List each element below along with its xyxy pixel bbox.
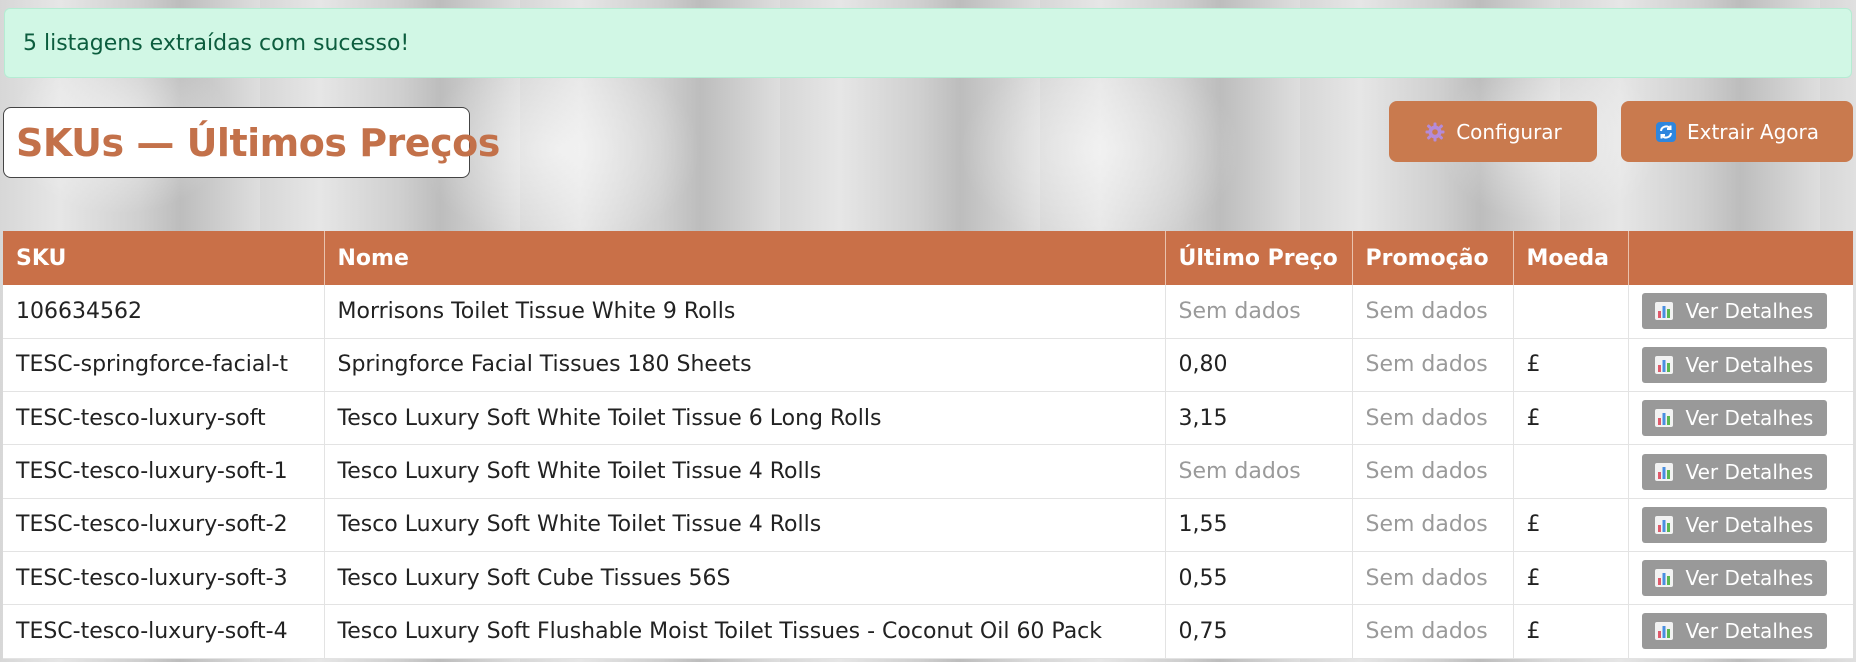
name-cell: Tesco Luxury Soft Cube Tissues 56S	[324, 551, 1166, 606]
table-row: 106634562 Morrisons Toilet Tissue White …	[3, 285, 1853, 339]
view-details-button[interactable]: Ver Detalhes	[1641, 346, 1828, 383]
currency-cell: £	[1513, 498, 1629, 552]
currency-cell: £	[1513, 551, 1629, 606]
name-cell: Tesco Luxury Soft Flushable Moist Toilet…	[324, 604, 1166, 659]
name-cell: Tesco Luxury Soft White Toilet Tissue 4 …	[324, 444, 1166, 499]
promotion-cell: Sem dados	[1352, 285, 1514, 339]
name-cell: Springforce Facial Tissues 180 Sheets	[324, 338, 1166, 393]
table-row: TESC-tesco-luxury-soft-1 Tesco Luxury So…	[3, 444, 1853, 499]
name-cell: Tesco Luxury Soft White Toilet Tissue 4 …	[324, 498, 1166, 552]
sku-cell: TESC-tesco-luxury-soft-4	[3, 604, 325, 659]
extract-now-label: Extrair Agora	[1686, 119, 1820, 144]
configure-label: Configurar	[1456, 119, 1562, 144]
last-price-cell: Sem dados	[1165, 444, 1353, 499]
bar-chart-icon	[1654, 408, 1674, 428]
promotion-cell: Sem dados	[1352, 444, 1514, 499]
view-details-label: Ver Detalhes	[1685, 512, 1814, 537]
view-details-label: Ver Detalhes	[1685, 406, 1814, 431]
actions-cell: Ver Detalhes	[1628, 338, 1853, 393]
last-price-cell: 3,15	[1165, 391, 1353, 446]
promotion-cell: Sem dados	[1352, 391, 1514, 446]
promotion-cell: Sem dados	[1352, 551, 1514, 606]
sku-cell: TESC-tesco-luxury-soft-2	[3, 498, 325, 552]
actions-cell: Ver Detalhes	[1628, 444, 1853, 499]
promotion-cell: Sem dados	[1352, 498, 1514, 552]
currency-cell: £	[1513, 604, 1629, 659]
table-row: TESC-tesco-luxury-soft-3 Tesco Luxury So…	[3, 551, 1853, 606]
column-header-name[interactable]: Nome	[324, 231, 1166, 285]
actions-cell: Ver Detalhes	[1628, 498, 1853, 552]
last-price-cell: Sem dados	[1165, 285, 1353, 339]
page-title: SKUs — Últimos Preços	[16, 120, 500, 165]
name-cell: Tesco Luxury Soft White Toilet Tissue 6 …	[324, 391, 1166, 446]
name-cell: Morrisons Toilet Tissue White 9 Rolls	[324, 285, 1166, 339]
column-header-actions	[1628, 231, 1853, 285]
view-details-button[interactable]: Ver Detalhes	[1641, 506, 1828, 543]
currency-cell	[1513, 444, 1629, 499]
last-price-cell: 0,80	[1165, 338, 1353, 393]
actions-cell: Ver Detalhes	[1628, 391, 1853, 446]
column-header-currency[interactable]: Moeda	[1513, 231, 1629, 285]
table-row: TESC-springforce-facial-t Springforce Fa…	[3, 338, 1853, 393]
column-header-last-price[interactable]: Último Preço	[1165, 231, 1353, 285]
table-row: TESC-tesco-luxury-soft-2 Tesco Luxury So…	[3, 498, 1853, 552]
view-details-label: Ver Detalhes	[1685, 566, 1814, 591]
column-header-sku[interactable]: SKU	[3, 231, 325, 285]
currency-cell: £	[1513, 338, 1629, 393]
configure-button[interactable]: Configurar	[1389, 101, 1597, 162]
sku-table: SKU Nome Último Preço Promoção Moeda 106…	[3, 231, 1853, 659]
currency-cell: £	[1513, 391, 1629, 446]
refresh-icon	[1655, 121, 1677, 143]
view-details-label: Ver Detalhes	[1685, 299, 1814, 324]
sku-cell: TESC-tesco-luxury-soft-1	[3, 444, 325, 499]
bar-chart-icon	[1654, 568, 1674, 588]
bar-chart-icon	[1654, 355, 1674, 375]
sku-cell: TESC-springforce-facial-t	[3, 338, 325, 393]
bar-chart-icon	[1654, 462, 1674, 482]
table-row: TESC-tesco-luxury-soft Tesco Luxury Soft…	[3, 391, 1853, 446]
sku-cell: 106634562	[3, 285, 325, 339]
last-price-cell: 0,75	[1165, 604, 1353, 659]
view-details-label: Ver Detalhes	[1685, 459, 1814, 484]
last-price-cell: 1,55	[1165, 498, 1353, 552]
last-price-cell: 0,55	[1165, 551, 1353, 606]
view-details-button[interactable]: Ver Detalhes	[1641, 453, 1828, 490]
view-details-label: Ver Detalhes	[1685, 619, 1814, 644]
view-details-button[interactable]: Ver Detalhes	[1641, 400, 1828, 437]
promotion-cell: Sem dados	[1352, 604, 1514, 659]
page-title-box: SKUs — Últimos Preços	[3, 107, 500, 178]
actions-cell: Ver Detalhes	[1628, 285, 1853, 339]
gear-icon	[1424, 121, 1446, 143]
view-details-label: Ver Detalhes	[1685, 352, 1814, 377]
alert-message: 5 listagens extraídas com sucesso!	[23, 30, 410, 56]
currency-cell	[1513, 285, 1629, 339]
sku-cell: TESC-tesco-luxury-soft	[3, 391, 325, 446]
bar-chart-icon	[1654, 515, 1674, 535]
extract-now-button[interactable]: Extrair Agora	[1621, 101, 1853, 162]
view-details-button[interactable]: Ver Detalhes	[1641, 293, 1828, 330]
sku-cell: TESC-tesco-luxury-soft-3	[3, 551, 325, 606]
success-alert: 5 listagens extraídas com sucesso!	[4, 8, 1852, 78]
promotion-cell: Sem dados	[1352, 338, 1514, 393]
view-details-button[interactable]: Ver Detalhes	[1641, 613, 1828, 650]
column-header-promotion[interactable]: Promoção	[1352, 231, 1514, 285]
view-details-button[interactable]: Ver Detalhes	[1641, 560, 1828, 597]
bar-chart-icon	[1654, 301, 1674, 321]
actions-cell: Ver Detalhes	[1628, 551, 1853, 606]
actions-cell: Ver Detalhes	[1628, 604, 1853, 659]
bar-chart-icon	[1654, 621, 1674, 641]
sku-table-container: SKU Nome Último Preço Promoção Moeda 106…	[3, 231, 1853, 659]
table-row: TESC-tesco-luxury-soft-4 Tesco Luxury So…	[3, 604, 1853, 659]
table-header-row: SKU Nome Último Preço Promoção Moeda	[3, 231, 1853, 285]
